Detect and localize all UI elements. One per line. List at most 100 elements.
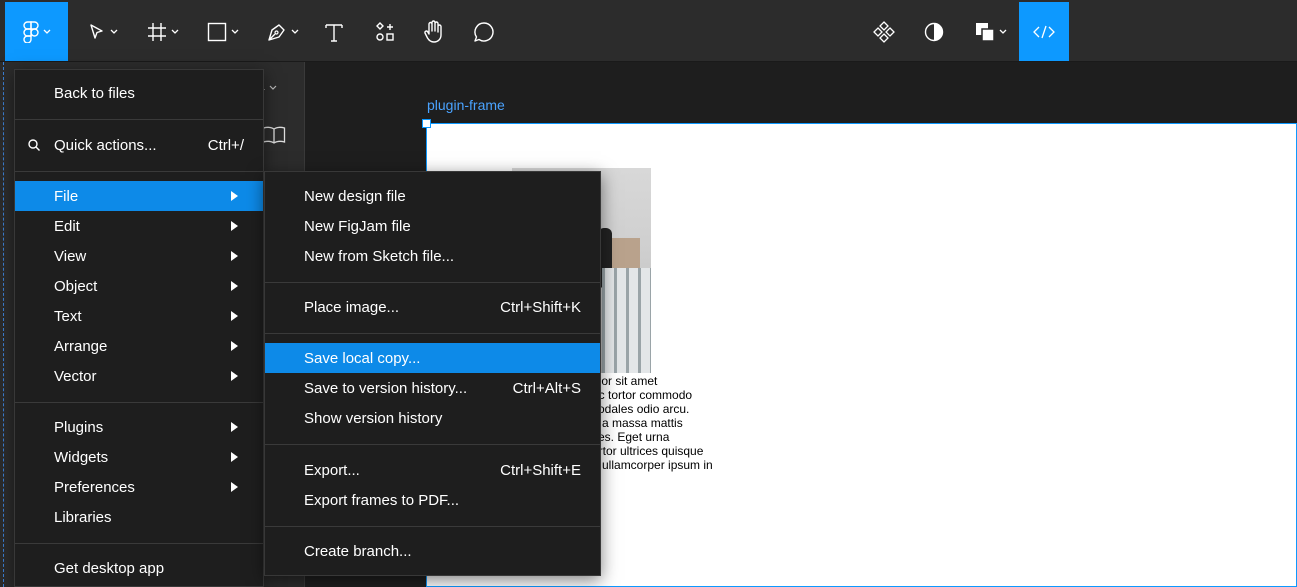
menu-item-label: Libraries [54, 508, 112, 526]
resize-handle[interactable] [422, 119, 431, 128]
menu-item-label: Text [54, 307, 82, 325]
file-submenu: New design file New FigJam file New from… [264, 171, 601, 576]
menu-item-label: Preferences [54, 478, 135, 496]
hand-tool-button[interactable] [416, 2, 452, 61]
components-button[interactable] [866, 2, 902, 61]
submenu-arrow-icon [231, 371, 238, 381]
menu-divider [15, 171, 263, 172]
chevron-down-icon [269, 85, 277, 90]
menu-item-label: Plugins [54, 418, 104, 436]
fill-button[interactable] [966, 2, 1016, 61]
menu-item-export-frames-pdf[interactable]: Export frames to PDF... [265, 485, 600, 515]
menu-divider [265, 444, 600, 445]
menu-item-new-design-file[interactable]: New design file [265, 181, 600, 211]
shortcut-label: Ctrl+Shift+E [500, 461, 581, 479]
menu-item-file[interactable]: File [15, 181, 263, 211]
shortcut-label: Ctrl+/ [207, 136, 244, 154]
submenu-arrow-icon [231, 311, 238, 321]
menu-item-label: Save to version history... [304, 379, 468, 397]
menu-item-label: Arrange [54, 337, 108, 355]
menu-item-arrange[interactable]: Arrange [15, 331, 263, 361]
search-icon [28, 139, 40, 151]
submenu-arrow-icon [231, 452, 238, 462]
menu-item-label: Object [54, 277, 98, 295]
toolbar [0, 0, 1297, 62]
submenu-arrow-icon [231, 281, 238, 291]
menu-item-widgets[interactable]: Widgets [15, 442, 263, 472]
text-tool-button[interactable] [318, 2, 350, 61]
menu-item-save-local-copy[interactable]: Save local copy... [265, 343, 600, 373]
library-book-icon[interactable] [262, 126, 286, 144]
menu-item-label: Widgets [54, 448, 109, 466]
menu-item-view[interactable]: View [15, 241, 263, 271]
menu-item-show-version-history[interactable]: Show version history [265, 403, 600, 433]
menu-item-label: File [54, 187, 79, 205]
menu-item-label: New from Sketch file... [304, 247, 455, 265]
shortcut-label: Ctrl+Alt+S [512, 379, 581, 397]
menu-item-label: New FigJam file [304, 217, 411, 235]
menu-divider [15, 543, 263, 544]
menu-item-label: Place image... [304, 298, 400, 316]
submenu-arrow-icon [231, 482, 238, 492]
resources-icon [376, 21, 394, 41]
move-tool-button[interactable] [78, 2, 128, 61]
menu-item-back-to-files[interactable]: Back to files [15, 78, 263, 108]
menu-item-place-image[interactable]: Place image... Ctrl+Shift+K [265, 292, 600, 322]
menu-item-label: Export... [304, 461, 360, 479]
menu-item-label: Vector [54, 367, 97, 385]
submenu-arrow-icon [231, 221, 238, 231]
menu-item-label: New design file [304, 187, 406, 205]
menu-item-vector[interactable]: Vector [15, 361, 263, 391]
submenu-arrow-icon [231, 341, 238, 351]
menu-item-label: Create branch... [304, 542, 412, 560]
cursor-icon [90, 23, 103, 39]
menu-item-libraries[interactable]: Libraries [15, 502, 263, 532]
main-menu: Back to files Quick actions... Ctrl+/ Fi… [14, 69, 264, 587]
selection-guide [3, 62, 5, 587]
menu-item-label: Back to files [54, 84, 135, 102]
menu-item-preferences[interactable]: Preferences [15, 472, 263, 502]
menu-item-label: View [54, 247, 87, 265]
menu-divider [15, 402, 263, 403]
menu-item-quick-actions[interactable]: Quick actions... Ctrl+/ [15, 130, 263, 160]
menu-item-export[interactable]: Export... Ctrl+Shift+E [265, 455, 600, 485]
pen-tool-button[interactable] [258, 2, 308, 61]
resources-button[interactable] [368, 2, 402, 61]
menu-divider [265, 526, 600, 527]
menu-item-new-figjam-file[interactable]: New FigJam file [265, 211, 600, 241]
contrast-button[interactable] [916, 2, 952, 61]
menu-item-label: Export frames to PDF... [304, 491, 460, 509]
menu-item-object[interactable]: Object [15, 271, 263, 301]
frame-icon [148, 22, 166, 41]
menu-item-new-from-sketch[interactable]: New from Sketch file... [265, 241, 600, 271]
chevron-down-icon [231, 29, 239, 34]
frame-tool-button[interactable] [138, 2, 188, 61]
menu-item-save-to-version-history[interactable]: Save to version history... Ctrl+Alt+S [265, 373, 600, 403]
menu-item-label: Show version history [304, 409, 443, 427]
frame-label[interactable]: plugin-frame [427, 97, 505, 113]
menu-item-edit[interactable]: Edit [15, 211, 263, 241]
menu-item-create-branch[interactable]: Create branch... [265, 536, 600, 566]
submenu-arrow-icon [231, 422, 238, 432]
contrast-icon [924, 22, 944, 41]
menu-item-text[interactable]: Text [15, 301, 263, 331]
hand-icon [424, 19, 442, 43]
menu-item-get-desktop-app[interactable]: Get desktop app [15, 553, 263, 583]
text-icon [325, 23, 343, 42]
shape-tool-button[interactable] [198, 2, 248, 61]
submenu-arrow-icon [231, 191, 238, 201]
menu-item-label: Get desktop app [54, 559, 165, 577]
chevron-down-icon [43, 29, 50, 34]
chevron-down-icon [291, 29, 299, 34]
chevron-down-icon [110, 29, 118, 34]
figma-menu-button[interactable] [5, 2, 68, 61]
comment-tool-button[interactable] [466, 2, 502, 61]
dev-mode-button[interactable] [1019, 2, 1069, 61]
components-icon [873, 20, 895, 43]
menu-item-plugins[interactable]: Plugins [15, 412, 263, 442]
chevron-down-icon [999, 29, 1007, 34]
chevron-down-icon [171, 29, 179, 34]
menu-item-label: Edit [54, 217, 80, 235]
comment-icon [474, 21, 494, 42]
shortcut-label: Ctrl+Shift+K [500, 298, 581, 316]
